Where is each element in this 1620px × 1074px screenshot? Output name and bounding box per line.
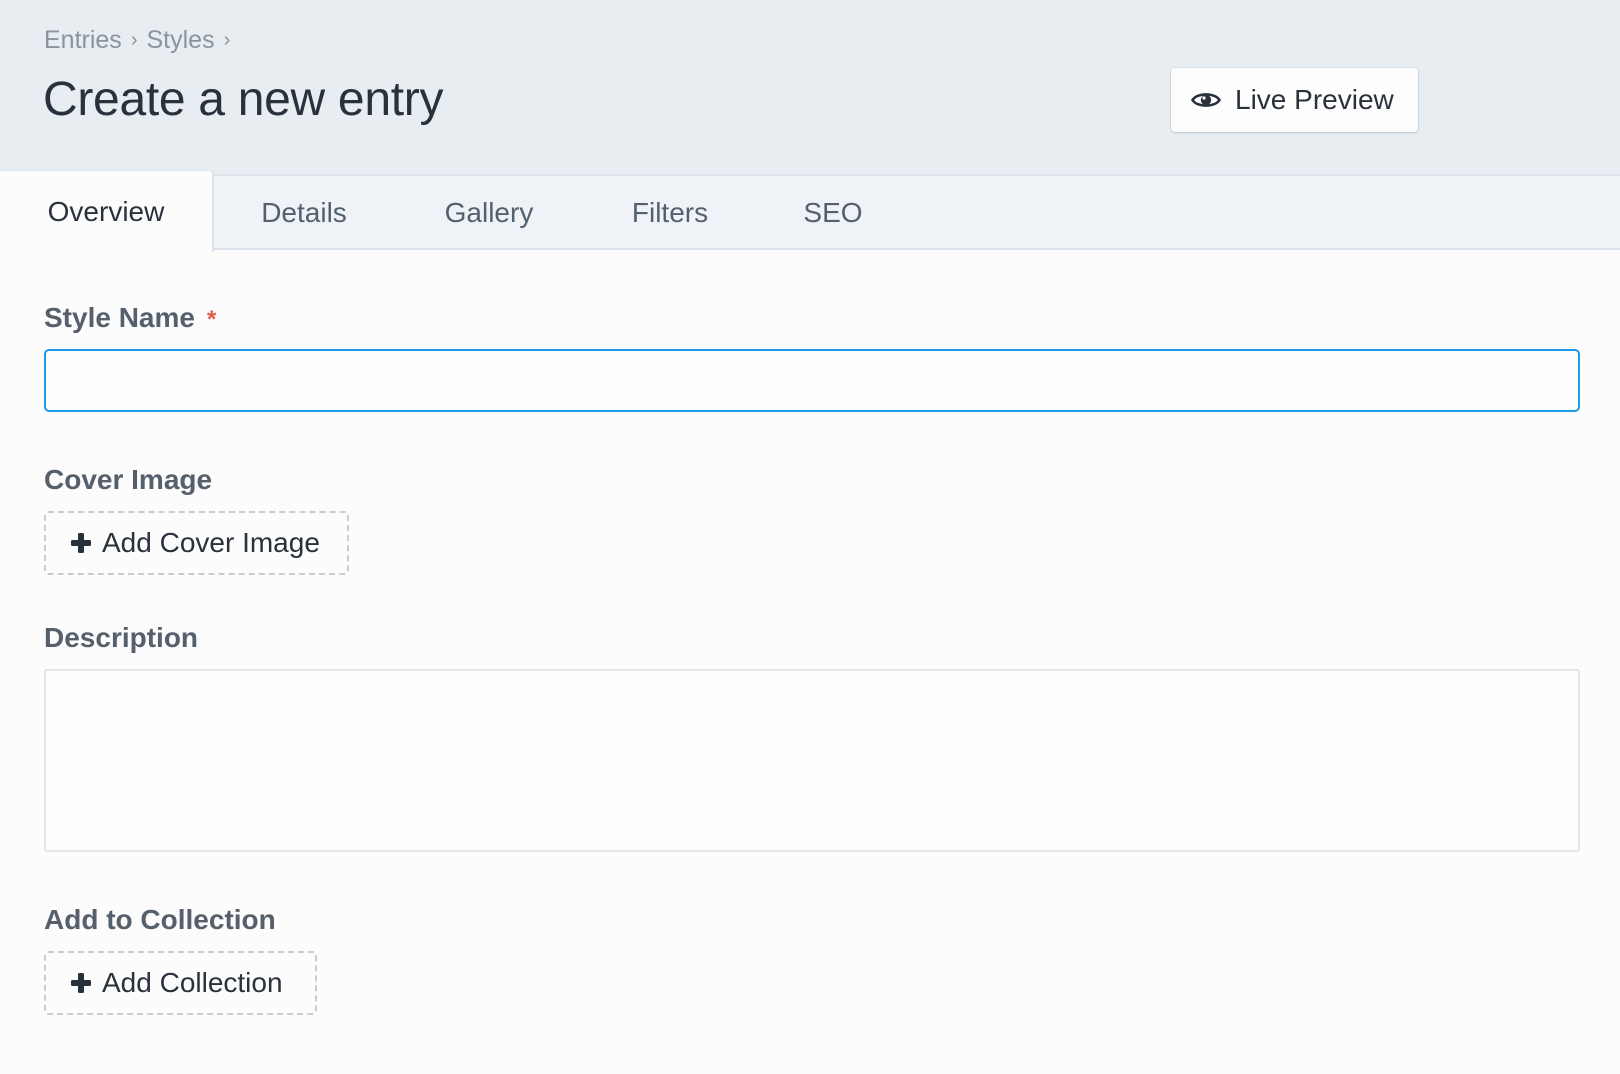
breadcrumb-entries[interactable]: Entries xyxy=(44,26,122,55)
description-label: Description xyxy=(44,622,199,653)
tab-seo[interactable]: SEO xyxy=(756,176,910,250)
breadcrumb-separator: › xyxy=(223,29,231,51)
cover-image-label: Cover Image xyxy=(44,464,213,495)
required-indicator: * xyxy=(206,306,217,333)
tab-filters[interactable]: Filters xyxy=(584,176,756,250)
page-header: Entries › Styles › Create a new entry Li… xyxy=(0,0,1620,176)
tab-bar: Overview Details Gallery Filters SEO xyxy=(0,170,1620,252)
add-collection-label: Add Collection xyxy=(102,967,283,998)
plus-icon xyxy=(71,973,91,993)
style-name-label-text: Style Name xyxy=(44,302,195,333)
tab-details[interactable]: Details xyxy=(214,176,394,250)
breadcrumb-styles[interactable]: Styles xyxy=(146,26,214,55)
plus-icon xyxy=(71,533,91,553)
add-to-collection-label: Add to Collection xyxy=(44,904,276,935)
tab-gallery[interactable]: Gallery xyxy=(394,176,584,250)
live-preview-button[interactable]: Live Preview xyxy=(1171,68,1418,132)
tab-overview[interactable]: Overview xyxy=(0,170,214,252)
style-name-input[interactable] xyxy=(44,349,1580,412)
add-cover-image-label: Add Cover Image xyxy=(102,527,320,558)
style-name-label: Style Name * xyxy=(44,302,216,334)
description-textarea[interactable] xyxy=(44,669,1580,852)
add-cover-image-button[interactable]: Add Cover Image xyxy=(44,511,349,575)
breadcrumb-separator: › xyxy=(130,29,138,51)
live-preview-label: Live Preview xyxy=(1235,84,1394,115)
breadcrumb: Entries › Styles › xyxy=(44,26,239,55)
add-collection-button[interactable]: Add Collection xyxy=(44,951,317,1015)
eye-icon xyxy=(1191,93,1221,107)
page-title: Create a new entry xyxy=(43,73,444,126)
